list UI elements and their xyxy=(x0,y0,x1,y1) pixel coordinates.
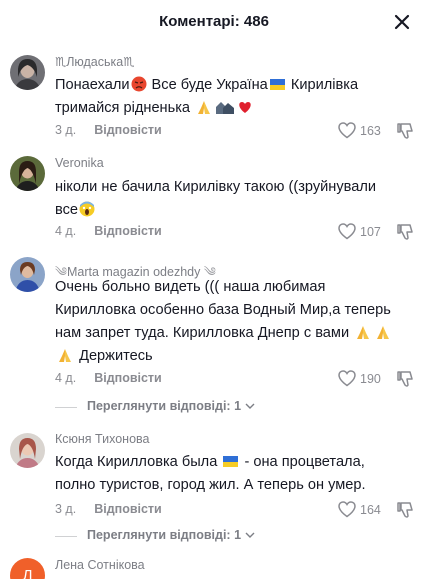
comment-item: Ксюня Тихонова Когда Кирилловка была - о… xyxy=(0,430,428,545)
dislike-button[interactable] xyxy=(396,500,416,520)
like-count: 163 xyxy=(360,124,381,138)
heart-outline-icon xyxy=(338,122,356,139)
reply-button[interactable]: Відповісти xyxy=(94,224,162,238)
comment-text: ніколи не бачила Кирилівку такою ((зруйн… xyxy=(55,176,376,225)
comment-meta: 3 д. Відповісти xyxy=(55,123,162,137)
comment-username[interactable]: Veronika xyxy=(55,156,104,170)
comment-item: Л Лена Сотнікова xyxy=(0,555,428,579)
close-icon xyxy=(394,14,410,30)
comment-text: Когда Кирилловка была - она процветала, … xyxy=(55,454,366,493)
like-count: 164 xyxy=(360,503,381,517)
dislike-button[interactable] xyxy=(396,121,416,141)
red-heart-icon xyxy=(237,99,253,123)
avatar-letter: Л xyxy=(22,567,33,579)
reply-button[interactable]: Відповісти xyxy=(94,371,162,385)
comment-age: 3 д. xyxy=(55,502,77,516)
comment-text: Понаехали Все буде Україна Кирилівка три… xyxy=(55,74,375,120)
comment-age: 3 д. xyxy=(55,123,77,137)
screaming-face-icon xyxy=(79,201,95,225)
praying-hands-icon xyxy=(195,99,213,123)
thumbs-down-icon xyxy=(397,371,413,387)
comment-item: ♏Людаська♏ Понаехали Все буде Україна Ки… xyxy=(0,52,428,142)
comment-meta: 4 д. Відповісти xyxy=(55,224,162,238)
comment-meta: 4 д. Відповісти xyxy=(55,371,162,385)
praying-hands-icon xyxy=(354,324,372,348)
heart-outline-icon xyxy=(338,370,356,387)
comment-age: 4 д. xyxy=(55,371,77,385)
view-replies-label: Переглянути відповіді: 1 xyxy=(87,399,242,413)
thumbs-down-icon xyxy=(397,502,413,518)
divider xyxy=(55,407,77,408)
avatar[interactable] xyxy=(10,55,45,90)
comment-text: Очень больно видеть ((( наша любимая Кир… xyxy=(55,276,391,371)
comment-item: Veronika ніколи не бачила Кирилівку тако… xyxy=(0,154,428,244)
avatar[interactable] xyxy=(10,257,45,292)
chevron-down-icon xyxy=(245,532,255,538)
praying-hands-icon xyxy=(56,347,74,371)
view-replies-label: Переглянути відповіді: 1 xyxy=(87,528,242,542)
praying-hands-icon xyxy=(374,324,392,348)
avatar[interactable]: Л xyxy=(10,558,45,579)
like-count: 107 xyxy=(360,225,381,239)
dislike-button[interactable] xyxy=(396,222,416,242)
heart-outline-icon xyxy=(338,501,356,518)
ukraine-flag-icon xyxy=(223,456,239,467)
comments-header: Коментарі: 486 xyxy=(0,0,428,44)
like-button[interactable]: 107 xyxy=(338,222,388,242)
thumbs-down-icon xyxy=(397,224,413,240)
reply-button[interactable]: Відповісти xyxy=(94,502,162,516)
comment-age: 4 д. xyxy=(55,224,77,238)
comment-item: ༄Marta magazin odezhdy ༄ Очень больно ви… xyxy=(0,256,428,420)
comment-username[interactable]: ♏Людаська♏ xyxy=(55,54,134,69)
ukraine-flag-icon xyxy=(269,79,285,90)
houses-icon xyxy=(215,99,235,123)
thumbs-down-icon xyxy=(397,123,413,139)
reply-button[interactable]: Відповісти xyxy=(94,123,162,137)
comment-username[interactable]: Ксюня Тихонова xyxy=(55,432,150,446)
avatar[interactable] xyxy=(10,433,45,468)
dislike-button[interactable] xyxy=(396,369,416,389)
heart-outline-icon xyxy=(338,223,356,240)
like-count: 190 xyxy=(360,372,381,386)
like-button[interactable]: 163 xyxy=(338,121,388,141)
divider xyxy=(55,536,77,537)
view-replies-button[interactable]: Переглянути відповіді: 1 xyxy=(55,399,275,415)
like-button[interactable]: 164 xyxy=(338,500,388,520)
view-replies-button[interactable]: Переглянути відповіді: 1 xyxy=(55,528,275,544)
close-button[interactable] xyxy=(390,10,414,34)
comment-meta: 3 д. Відповісти xyxy=(55,502,162,516)
avatar[interactable] xyxy=(10,156,45,191)
comment-username[interactable]: Лена Сотнікова xyxy=(55,558,145,572)
like-button[interactable]: 190 xyxy=(338,369,388,389)
comments-count-title: Коментарі: 486 xyxy=(159,13,269,30)
chevron-down-icon xyxy=(245,403,255,409)
